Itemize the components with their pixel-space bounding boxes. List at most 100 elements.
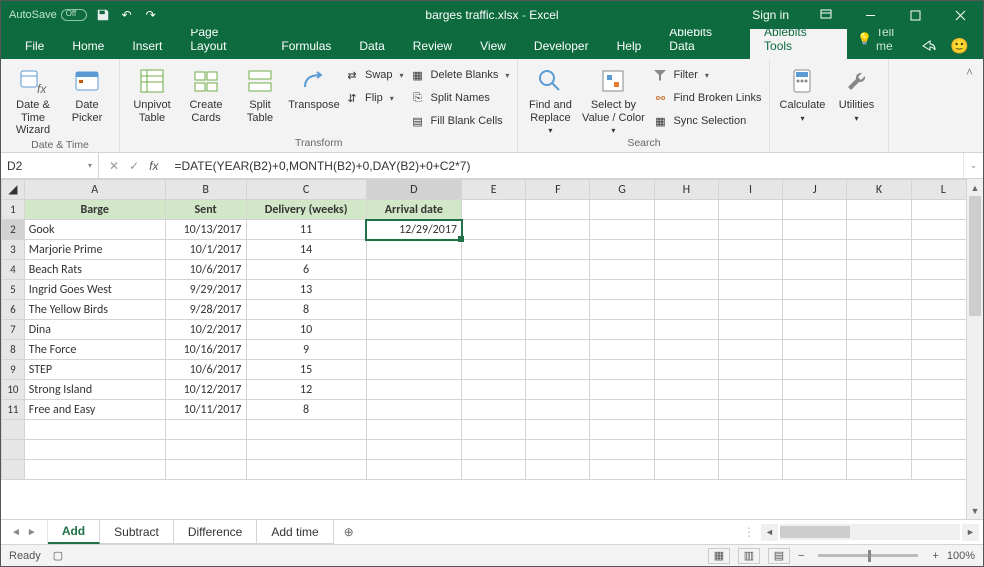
cell[interactable] [783, 340, 847, 360]
cell[interactable]: 8 [246, 300, 366, 320]
cell[interactable]: 10/13/2017 [165, 220, 246, 240]
cell[interactable] [366, 240, 461, 260]
utilities-button[interactable]: Utilities▾ [832, 63, 880, 123]
cell[interactable]: Dina [24, 320, 165, 340]
scroll-down-icon[interactable]: ▼ [967, 502, 983, 519]
cell[interactable] [847, 380, 911, 400]
row-header[interactable]: 10 [2, 380, 25, 400]
cell[interactable] [590, 260, 654, 280]
tab-formulas[interactable]: Formulas [267, 33, 345, 59]
cell[interactable] [366, 260, 461, 280]
transpose-button[interactable]: Transpose [290, 63, 338, 112]
cell[interactable] [590, 300, 654, 320]
cancel-formula-icon[interactable]: ✕ [109, 159, 119, 173]
cell[interactable]: Beach Rats [24, 260, 165, 280]
redo-icon[interactable]: ↷ [143, 7, 159, 23]
tab-data[interactable]: Data [345, 33, 398, 59]
cell[interactable] [654, 460, 718, 480]
cell[interactable] [526, 300, 590, 320]
close-icon[interactable] [938, 1, 983, 29]
cell[interactable]: 10/2/2017 [165, 320, 246, 340]
cell[interactable]: 10/16/2017 [165, 340, 246, 360]
tab-home[interactable]: Home [58, 33, 118, 59]
undo-icon[interactable]: ↶ [119, 7, 135, 23]
cell[interactable] [462, 220, 526, 240]
row-header[interactable] [2, 440, 25, 460]
zoom-out-icon[interactable]: − [798, 550, 804, 562]
cell[interactable] [24, 460, 165, 480]
cell[interactable]: 12/29/2017 [366, 220, 461, 240]
save-icon[interactable] [95, 7, 111, 23]
sheet-tab-addtime[interactable]: Add time [257, 520, 333, 544]
sheet-tab-add[interactable]: Add [48, 520, 100, 544]
expand-formula-icon[interactable]: ⌄ [963, 153, 983, 178]
cell[interactable] [718, 240, 782, 260]
sheet-tab-difference[interactable]: Difference [174, 520, 257, 544]
cell[interactable] [718, 280, 782, 300]
cell[interactable] [246, 420, 366, 440]
tab-developer[interactable]: Developer [520, 33, 603, 59]
cell[interactable] [718, 200, 782, 220]
row-header[interactable]: 5 [2, 280, 25, 300]
cell[interactable] [246, 460, 366, 480]
zoom-in-icon[interactable]: + [932, 550, 938, 562]
cell[interactable] [847, 280, 911, 300]
cell[interactable] [911, 440, 966, 460]
row-header[interactable]: 4 [2, 260, 25, 280]
cell[interactable] [718, 400, 782, 420]
cell[interactable]: Ingrid Goes West [24, 280, 165, 300]
cell[interactable] [165, 460, 246, 480]
cell[interactable] [590, 200, 654, 220]
cell[interactable] [526, 360, 590, 380]
cell[interactable] [911, 420, 966, 440]
cell[interactable]: 15 [246, 360, 366, 380]
cell[interactable] [783, 320, 847, 340]
cell[interactable]: 11 [246, 220, 366, 240]
cell[interactable] [526, 400, 590, 420]
cell[interactable]: 9/28/2017 [165, 300, 246, 320]
row-header[interactable]: 3 [2, 240, 25, 260]
cell[interactable] [783, 300, 847, 320]
cell[interactable] [911, 280, 966, 300]
cell[interactable] [911, 200, 966, 220]
cell[interactable] [847, 240, 911, 260]
cell[interactable] [462, 280, 526, 300]
enter-formula-icon[interactable]: ✓ [129, 159, 139, 173]
cell[interactable]: Gook [24, 220, 165, 240]
cell[interactable] [783, 260, 847, 280]
cell[interactable] [847, 400, 911, 420]
cell[interactable] [590, 380, 654, 400]
cell[interactable] [911, 220, 966, 240]
cell[interactable] [911, 400, 966, 420]
cell[interactable] [590, 340, 654, 360]
cell[interactable] [654, 240, 718, 260]
cell[interactable]: 14 [246, 240, 366, 260]
cell[interactable] [654, 400, 718, 420]
cell[interactable] [654, 300, 718, 320]
tab-help[interactable]: Help [603, 33, 656, 59]
row-header[interactable]: 7 [2, 320, 25, 340]
cell[interactable] [366, 360, 461, 380]
cell[interactable]: 13 [246, 280, 366, 300]
cell[interactable] [847, 320, 911, 340]
cell[interactable] [718, 440, 782, 460]
cell[interactable] [590, 240, 654, 260]
zoom-level[interactable]: 100% [947, 550, 975, 562]
zoom-slider[interactable] [818, 554, 918, 557]
row-header[interactable]: 6 [2, 300, 25, 320]
cell[interactable] [718, 340, 782, 360]
cell[interactable] [783, 280, 847, 300]
cell[interactable] [911, 240, 966, 260]
cell[interactable] [911, 320, 966, 340]
select-by-button[interactable]: Select by Value / Color▾ [580, 63, 646, 135]
cell[interactable] [654, 320, 718, 340]
cell[interactable] [526, 420, 590, 440]
cell[interactable] [590, 400, 654, 420]
name-box[interactable]: D2▾ [1, 153, 99, 178]
spreadsheet-grid[interactable]: ◢ ABC D EFG HIJ KL 1 Barge Sent Delivery… [1, 179, 966, 480]
cell[interactable] [718, 260, 782, 280]
cell[interactable] [526, 460, 590, 480]
sheet-nav-prev-icon[interactable]: ◄ [11, 527, 21, 538]
cell[interactable] [783, 360, 847, 380]
flip-button[interactable]: ⇵Flip [344, 88, 404, 108]
